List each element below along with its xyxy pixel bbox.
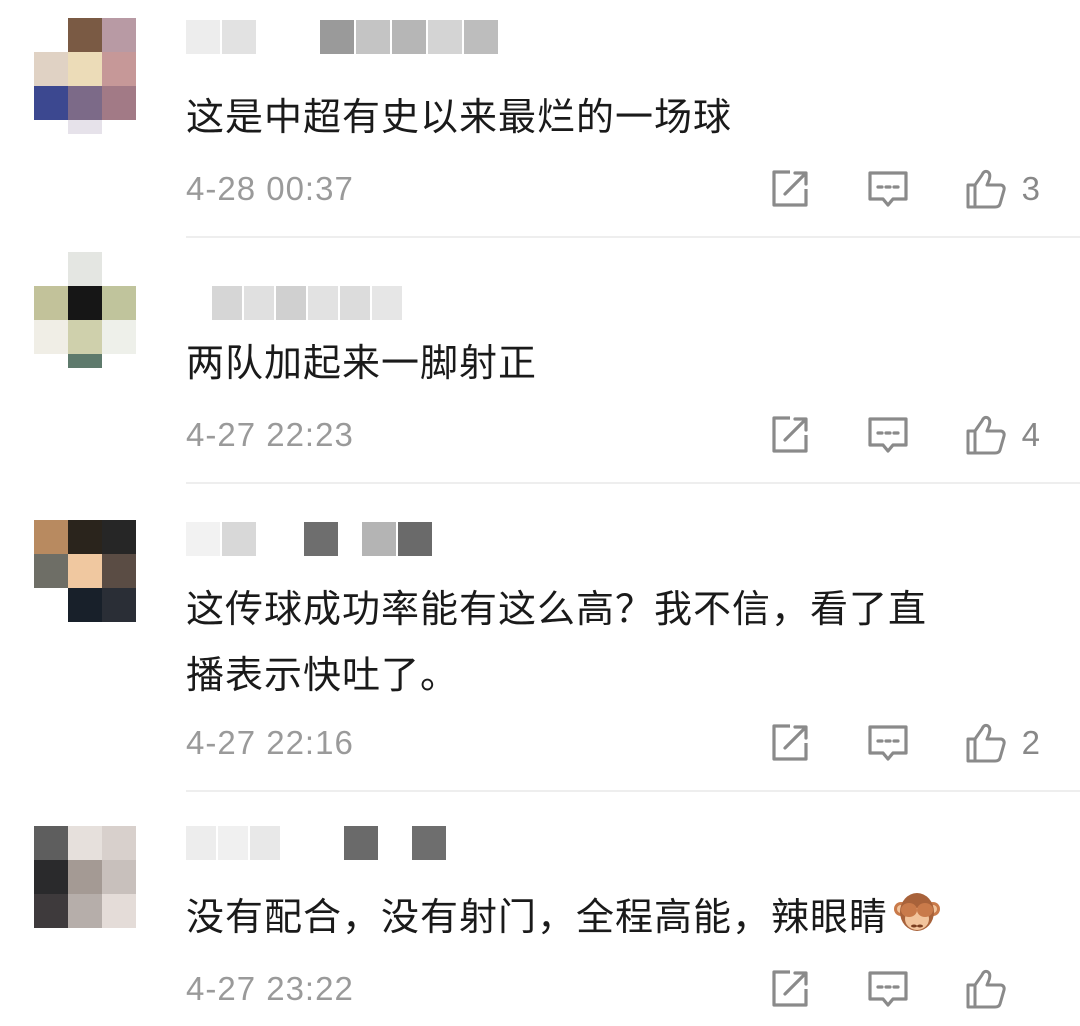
reply-comment-icon[interactable] <box>866 413 910 457</box>
username-blurred[interactable] <box>186 522 434 556</box>
like-button[interactable]: 3 <box>964 167 1040 211</box>
comment-text-content: 没有配合，没有射门，全程高能，辣眼睛 <box>186 895 889 939</box>
comment-timestamp: 4-28 00:37 <box>186 170 354 207</box>
comment-text: 这传球成功率能有这么高？我不信，看了直 <box>186 587 928 631</box>
like-button[interactable]: 4 <box>964 413 1040 457</box>
divider <box>186 790 1080 792</box>
comment-timestamp: 4-27 22:16 <box>186 724 354 761</box>
username-blurred[interactable] <box>186 20 500 54</box>
reply-comment-icon[interactable] <box>866 967 910 1011</box>
comment-text: 没有配合，没有射门，全程高能，辣眼睛 <box>186 886 1046 948</box>
reply-comment-icon[interactable] <box>866 721 910 765</box>
reply-comment-icon[interactable] <box>866 167 910 211</box>
comment-timestamp: 4-27 22:23 <box>186 416 354 453</box>
share-icon[interactable] <box>768 967 812 1011</box>
username-blurred[interactable] <box>186 286 404 320</box>
share-icon[interactable] <box>768 167 812 211</box>
avatar[interactable] <box>34 826 150 942</box>
share-icon[interactable] <box>768 413 812 457</box>
see-no-evil-monkey-icon <box>894 893 941 931</box>
comment-timestamp: 4-27 23:22 <box>186 970 354 1007</box>
avatar[interactable] <box>34 252 150 368</box>
share-icon[interactable] <box>768 721 812 765</box>
like-count: 4 <box>1021 416 1040 453</box>
comment-text: 这是中超有史以来最烂的一场球 <box>186 95 733 139</box>
thumbs-up-icon[interactable] <box>964 167 1008 211</box>
divider <box>186 482 1080 484</box>
thumbs-up-icon[interactable] <box>964 721 1008 765</box>
divider <box>186 236 1080 238</box>
avatar[interactable] <box>34 18 150 134</box>
avatar[interactable] <box>34 520 150 636</box>
like-count: 2 <box>1021 724 1040 761</box>
thumbs-up-icon[interactable] <box>964 967 1008 1011</box>
comment-text: 两队加起来一脚射正 <box>186 341 538 385</box>
like-button[interactable]: 2 <box>964 721 1040 765</box>
like-count: 3 <box>1021 170 1040 207</box>
like-button[interactable] <box>964 967 1040 1011</box>
username-blurred[interactable] <box>186 826 448 860</box>
thumbs-up-icon[interactable] <box>964 413 1008 457</box>
comment-text-continued: 播表示快吐了。 <box>186 653 460 697</box>
